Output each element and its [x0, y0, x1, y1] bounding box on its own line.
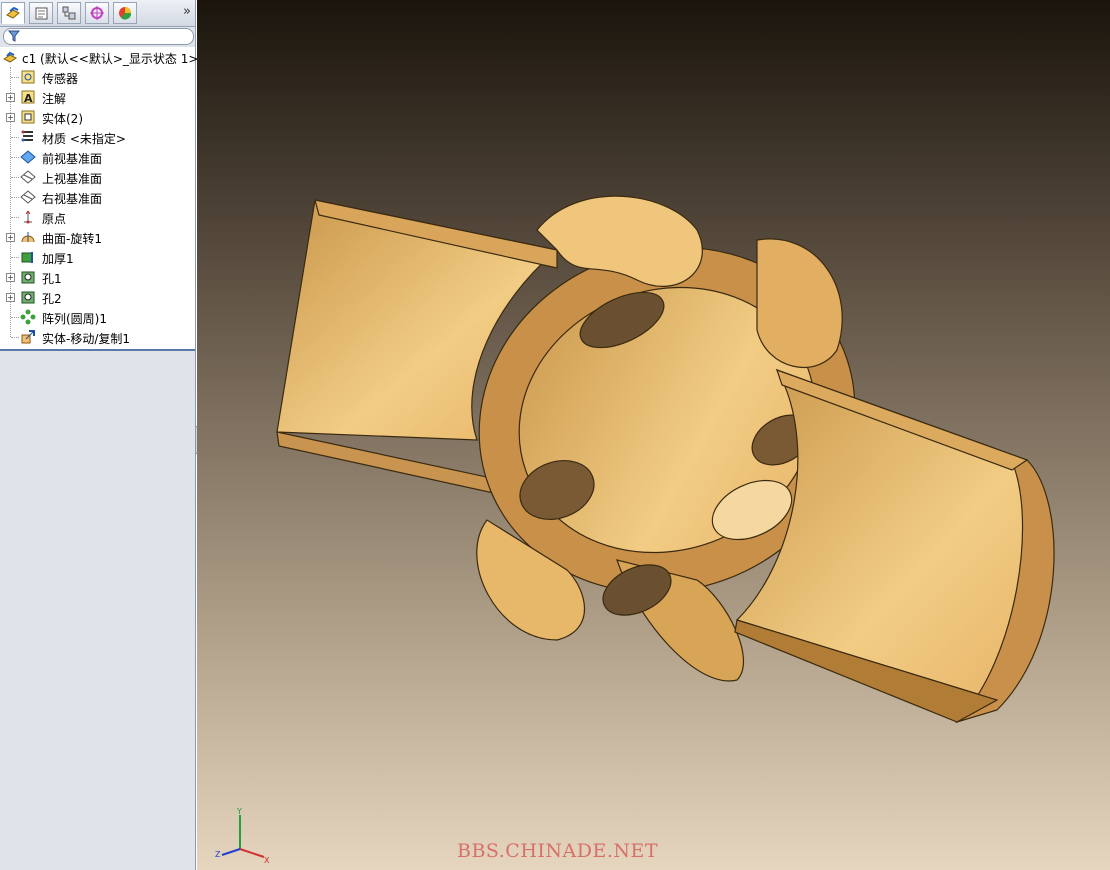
triad-y-label: Y	[236, 807, 242, 816]
tree-item-label: 右视基准面	[42, 192, 103, 206]
annotation-icon: A	[21, 90, 35, 105]
expand-toggle[interactable]: +	[6, 93, 15, 102]
model-view	[276, 195, 1055, 724]
tree-root-label: c1 (默认<<默认>_显示状态 1>)	[22, 52, 204, 66]
featuremanager-tab[interactable]	[1, 2, 25, 24]
tree-item-move-copy-body[interactable]: 实体-移动/复制1	[0, 327, 195, 347]
tree-filter-input[interactable]	[3, 28, 194, 45]
display-manager-icon	[119, 7, 132, 20]
filter-icon	[8, 30, 20, 42]
graphics-viewport[interactable]: Y X Z BBS.CHINADE.NET	[197, 0, 1110, 870]
tree-item-label: 加厚1	[42, 252, 74, 266]
tree-item-label: 阵列(圆周)1	[42, 312, 107, 326]
tree-item-sensors[interactable]: 传感器	[0, 67, 195, 87]
sensor-icon	[21, 70, 35, 84]
tree-item-material[interactable]: 材质 <未指定>	[0, 127, 195, 147]
tree-item-label: 传感器	[42, 72, 79, 86]
featuremanager-icon	[6, 6, 20, 19]
more-tabs-chevron[interactable]: »	[183, 4, 191, 19]
tree-item-hole-1[interactable]: + 孔1	[0, 267, 195, 287]
tree-item-label: 材质 <未指定>	[42, 132, 126, 146]
tree-item-thicken[interactable]: 加厚1	[0, 247, 195, 267]
configurationmanager-icon	[62, 6, 76, 20]
thicken-icon	[21, 252, 33, 263]
tree-item-label: 实体(2)	[42, 112, 83, 126]
tree-item-solid-bodies[interactable]: + 实体(2)	[0, 107, 195, 127]
tree-item-front-plane[interactable]: 前视基准面	[0, 147, 195, 167]
plane-icon	[20, 190, 36, 204]
tree-item-top-plane[interactable]: 上视基准面	[0, 167, 195, 187]
expand-toggle[interactable]: +	[6, 293, 15, 302]
tree-item-circular-pattern[interactable]: 阵列(圆周)1	[0, 307, 195, 327]
origin-icon	[24, 210, 32, 224]
tree-item-right-plane[interactable]: 右视基准面	[0, 187, 195, 207]
expand-toggle[interactable]: +	[6, 273, 15, 282]
propertymanager-tab[interactable]	[29, 2, 53, 24]
tree-item-label: 注解	[42, 92, 67, 106]
hole-icon	[21, 291, 35, 304]
dimxpert-icon	[90, 6, 104, 20]
watermark-text: BBS.CHINADE.NET	[457, 840, 659, 862]
display-manager-tab[interactable]	[113, 2, 137, 24]
move-copy-body-icon	[21, 330, 35, 344]
panel-tab-bar: »	[0, 0, 195, 27]
tree-item-label: 孔1	[42, 272, 62, 286]
feature-manager-panel: » c1 (默认<<默认>_显示状态 1>) 传感器 + A 注解 + 实体(2…	[0, 0, 203, 870]
propertymanager-icon	[35, 7, 48, 20]
plane-icon	[20, 170, 36, 184]
tree-root[interactable]: c1 (默认<<默认>_显示状态 1>)	[0, 47, 203, 67]
solid-bodies-icon	[21, 110, 35, 124]
circular-pattern-icon	[20, 309, 36, 325]
tree-item-label: 孔2	[42, 292, 62, 306]
expand-toggle[interactable]: +	[6, 233, 15, 242]
tree-item-annotations[interactable]: + A 注解	[0, 87, 195, 107]
svg-text:A: A	[24, 92, 33, 105]
tree-item-origin[interactable]: 原点	[0, 207, 195, 227]
axis-triad: Y X Z	[215, 807, 270, 865]
tree-item-label: 前视基准面	[42, 152, 103, 166]
plane-icon-selected	[20, 150, 36, 164]
tree-item-revolve-surface[interactable]: + 曲面-旋转1	[0, 227, 195, 247]
hole-icon	[21, 271, 35, 284]
dimxpert-tab[interactable]	[85, 2, 109, 24]
tree-item-label: 曲面-旋转1	[42, 232, 102, 246]
revolved-part-model	[276, 195, 1055, 724]
material-icon	[21, 130, 33, 142]
triad-x-label: X	[264, 856, 270, 865]
configurationmanager-tab[interactable]	[57, 2, 81, 24]
tree-item-hole-2[interactable]: + 孔2	[0, 287, 195, 307]
part-icon	[3, 51, 17, 63]
feature-tree: c1 (默认<<默认>_显示状态 1>) 传感器 + A 注解 + 实体(2) …	[0, 47, 203, 351]
revolve-surface-icon	[21, 232, 35, 243]
tree-item-label: 原点	[42, 212, 67, 226]
tree-item-label: 实体-移动/复制1	[42, 332, 131, 346]
tree-item-label: 上视基准面	[42, 172, 103, 186]
triad-z-label: Z	[215, 850, 221, 859]
expand-toggle[interactable]: +	[6, 113, 15, 122]
